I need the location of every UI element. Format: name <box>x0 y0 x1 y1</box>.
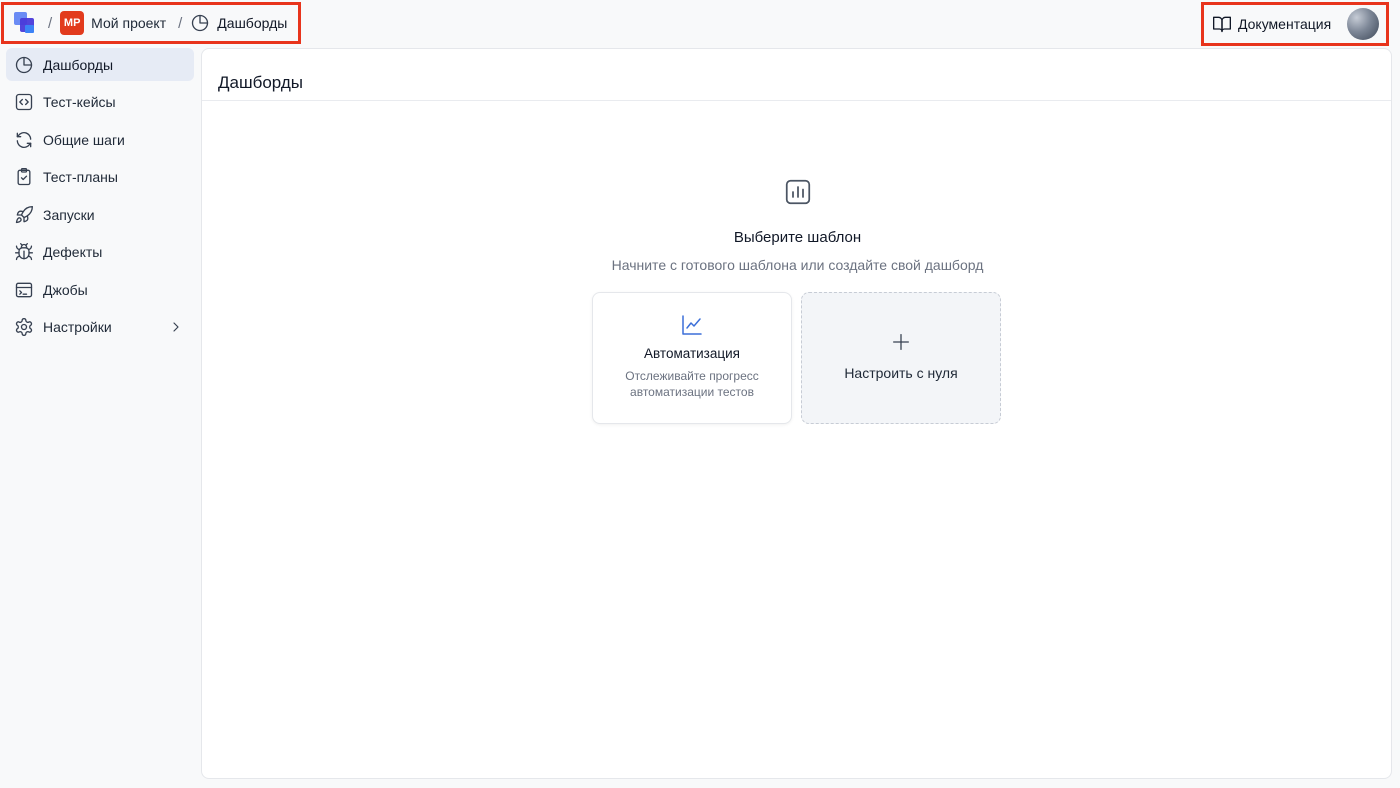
main-header: Дашборды <box>202 49 1391 101</box>
main-panel: Дашборды Выберите шаблон Начните с готов… <box>201 48 1392 779</box>
empty-state-title: Выберите шаблон <box>733 229 862 246</box>
template-card-title: Настроить с нуля <box>844 365 958 381</box>
sidebar-item-label: Тест-кейсы <box>43 94 116 110</box>
chevron-right-icon[interactable] <box>168 319 184 335</box>
code-icon <box>14 92 34 112</box>
breadcrumb-separator: / <box>178 14 183 32</box>
user-avatar[interactable] <box>1347 8 1380 40</box>
pie-chart-icon <box>14 55 34 75</box>
breadcrumb-separator: / <box>48 14 53 32</box>
sidebar-item-settings[interactable]: Настройки <box>6 311 194 344</box>
sidebar-item-defects[interactable]: Дефекты <box>6 236 194 269</box>
sidebar-item-test-plans[interactable]: Тест-планы <box>6 161 194 194</box>
sidebar-item-launches[interactable]: Запуски <box>6 198 194 231</box>
sidebar-item-label: Джобы <box>43 281 88 298</box>
line-chart-icon <box>680 313 704 337</box>
sidebar-item-label: Общие шаги <box>43 131 125 148</box>
documentation-link[interactable]: Документация <box>1238 16 1331 32</box>
sidebar-item-label: Дашборды <box>43 56 113 73</box>
sidebar-item-label: Запуски <box>43 206 95 223</box>
empty-state: Выберите шаблон Начните с готового шабло… <box>202 177 1393 273</box>
template-card-description: Отслеживайте прогресс автоматизации тест… <box>625 369 759 399</box>
app-logo-icon[interactable] <box>14 12 36 34</box>
topbar-actions: Документация <box>1201 2 1389 46</box>
refresh-icon <box>14 130 34 150</box>
sidebar-item-label: Настройки <box>43 319 112 335</box>
sidebar: Дашборды Тест-кейсы Общие шаги Тест-план… <box>6 48 194 348</box>
empty-state-subtitle: Начните с готового шаблона или создайте … <box>611 257 984 273</box>
sidebar-item-jobs[interactable]: Джобы <box>6 273 194 306</box>
template-card-title: Автоматизация <box>644 346 740 361</box>
bug-icon <box>14 242 34 262</box>
plus-icon <box>890 331 912 353</box>
project-badge[interactable]: MP <box>60 11 85 35</box>
rocket-icon <box>14 205 34 225</box>
breadcrumb-current[interactable]: Дашборды <box>217 15 287 31</box>
terminal-icon <box>14 280 34 300</box>
clipboard-check-icon <box>14 167 34 187</box>
sidebar-item-shared-steps[interactable]: Общие шаги <box>6 123 194 156</box>
breadcrumb: / MP Мой проект / Дашборды <box>1 2 301 44</box>
template-cards: Автоматизация Отслеживайте прогресс авто… <box>592 292 1001 424</box>
gear-icon <box>14 317 34 337</box>
sidebar-item-label: Тест-планы <box>43 169 118 185</box>
template-card-automation[interactable]: Автоматизация Отслеживайте прогресс авто… <box>592 292 792 424</box>
template-card-from-scratch[interactable]: Настроить с нуля <box>801 292 1001 424</box>
topbar: / MP Мой проект / Дашборды Документация <box>0 0 1400 46</box>
page-title: Дашборды <box>218 73 303 92</box>
pie-chart-icon <box>190 13 210 33</box>
sidebar-item-label: Дефекты <box>43 244 103 260</box>
book-open-icon <box>1212 14 1232 34</box>
bar-chart-icon <box>783 177 813 207</box>
sidebar-item-dashboards[interactable]: Дашборды <box>6 48 194 81</box>
breadcrumb-project[interactable]: Мой проект <box>91 15 166 31</box>
sidebar-item-test-cases[interactable]: Тест-кейсы <box>6 86 194 119</box>
